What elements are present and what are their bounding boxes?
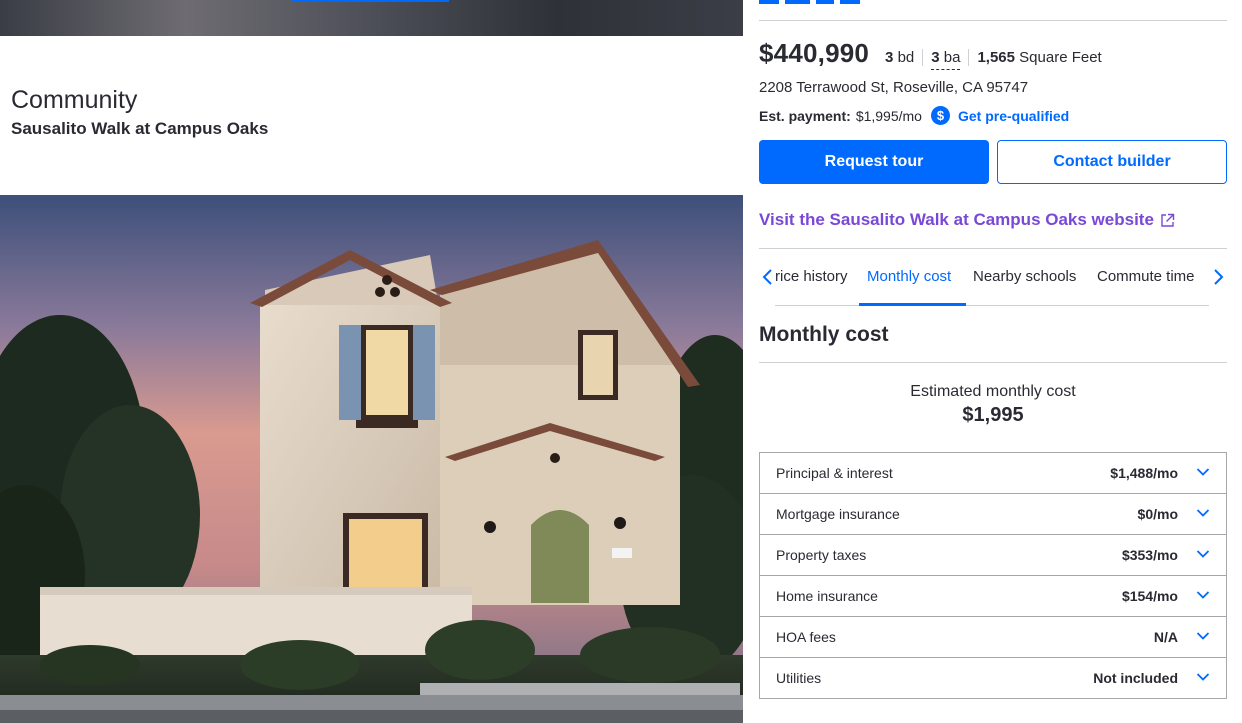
cost-row-utilities[interactable]: Utilities Not included: [760, 657, 1226, 698]
active-tab-indicator: [859, 303, 966, 306]
cost-row-home-insurance[interactable]: Home insurance $154/mo: [760, 575, 1226, 616]
tab-commute-time[interactable]: Commute time: [1097, 268, 1195, 285]
chevron-down-icon: [1196, 673, 1210, 681]
brand-logo-fragment: [759, 0, 879, 4]
chevron-down-icon: [1196, 509, 1210, 517]
est-payment-row: Est. payment: $1,995/mo $ Get pre-qualif…: [759, 106, 1069, 125]
estimated-monthly-cost-value: $1,995: [962, 404, 1024, 426]
baths-underline: 3 ba: [931, 49, 961, 70]
cost-row-hoa-fees[interactable]: HOA fees N/A: [760, 616, 1226, 657]
cost-label: Utilities: [776, 670, 822, 686]
baths-value: 3: [931, 49, 940, 66]
top-divider: [759, 20, 1227, 21]
house-rendering-image: [0, 195, 743, 723]
cost-row-property-taxes[interactable]: Property taxes $353/mo: [760, 534, 1226, 575]
listing-page: Community Sausalito Walk at Campus Oaks: [0, 0, 1242, 723]
beds-value: 3: [885, 49, 894, 66]
cost-value: N/A: [1153, 629, 1178, 645]
contact-builder-button[interactable]: Contact builder: [997, 140, 1227, 184]
sqft-unit: Square Feet: [1019, 49, 1102, 66]
sqft-value: 1,565: [977, 49, 1015, 66]
dollar-icon: $: [930, 106, 950, 125]
cost-value: $0/mo: [1137, 506, 1178, 522]
sqft-stat: 1,565 Square Feet: [968, 49, 1109, 66]
listing-price: $440,990: [759, 38, 870, 68]
community-name: Sausalito Walk at Campus Oaks: [11, 119, 269, 138]
baths-unit: ba: [943, 49, 961, 66]
house-photo[interactable]: [0, 195, 743, 723]
cost-label: Property taxes: [776, 547, 867, 563]
external-link-icon: [1161, 213, 1175, 227]
community-section: Community Sausalito Walk at Campus Oaks: [11, 84, 268, 139]
cost-row-principal-interest[interactable]: Principal & interest $1,488/mo: [760, 453, 1226, 493]
price-row: $440,990 3 bd 3 ba 1,565 Square Feet: [759, 38, 1110, 70]
cost-label: Principal & interest: [776, 465, 893, 481]
tab-price-history[interactable]: rice history: [775, 268, 848, 285]
cost-value: $154/mo: [1121, 588, 1178, 604]
chevron-down-icon: [1196, 550, 1210, 558]
chevron-down-icon: [1196, 591, 1210, 599]
tab-monthly-cost[interactable]: Monthly cost: [867, 268, 951, 285]
monthly-cost-divider: [759, 362, 1227, 363]
beds-unit: bd: [897, 49, 915, 66]
section-tabs: rice history Monthly cost Nearby schools…: [759, 249, 1227, 306]
visit-link-label: Visit the Sausalito Walk at Campus Oaks …: [759, 210, 1154, 229]
cost-row-mortgage-insurance[interactable]: Mortgage insurance $0/mo: [760, 493, 1226, 534]
cost-label: Home insurance: [776, 588, 878, 604]
get-prequalified-link[interactable]: Get pre-qualified: [958, 108, 1069, 124]
chevron-down-icon: [1196, 468, 1210, 476]
column-gap: [743, 0, 759, 723]
photo-indicator: [292, 0, 449, 2]
beds-stat: 3 bd: [869, 49, 922, 66]
listing-address: 2208 Terrawood St, Roseville, CA 95747: [759, 79, 1029, 96]
cost-label: Mortgage insurance: [776, 506, 900, 522]
est-payment-label: Est. payment:: [759, 107, 851, 124]
request-tour-button[interactable]: Request tour: [759, 140, 989, 184]
chevron-right-icon[interactable]: [1211, 268, 1225, 286]
monthly-cost-title: Monthly cost: [759, 323, 889, 346]
gallery-photo-top[interactable]: [0, 0, 743, 36]
tabs-bottom-divider: [775, 305, 1209, 306]
cost-value: Not included: [1093, 670, 1178, 686]
visit-community-website-link[interactable]: Visit the Sausalito Walk at Campus Oaks …: [759, 210, 1175, 230]
chevron-down-icon: [1196, 632, 1210, 640]
cost-breakdown-table: Principal & interest $1,488/mo Mortgage …: [759, 452, 1227, 699]
est-payment-value: $1,995/mo: [855, 107, 922, 124]
cost-value: $353/mo: [1121, 547, 1178, 563]
chevron-left-icon[interactable]: [761, 268, 775, 286]
cost-value: $1,488/mo: [1110, 465, 1178, 481]
baths-stat[interactable]: 3 ba: [922, 49, 968, 70]
estimated-monthly-cost-label: Estimated monthly cost: [910, 383, 1076, 400]
cost-label: HOA fees: [776, 629, 836, 645]
community-heading: Community: [11, 86, 138, 114]
tab-nearby-schools[interactable]: Nearby schools: [973, 268, 1076, 285]
